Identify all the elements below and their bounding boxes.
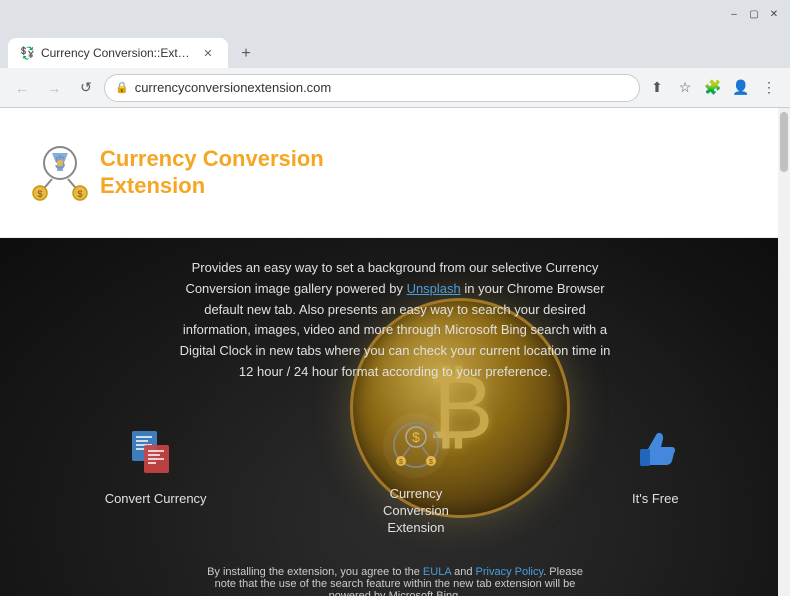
svg-text:$: $ — [77, 189, 82, 199]
feature-free-label: It's Free — [632, 491, 679, 508]
privacy-link[interactable]: Privacy Policy — [476, 566, 544, 578]
address-bar[interactable]: 🔒 currencyconversionextension.com — [104, 74, 640, 102]
feature-convert-label: Convert Currency — [105, 491, 207, 508]
close-button[interactable]: ✕ — [766, 6, 782, 22]
address-text: currencyconversionextension.com — [135, 80, 629, 95]
scrollbar-thumb[interactable] — [780, 112, 788, 172]
feature-free: It's Free — [625, 423, 685, 508]
free-icon — [625, 423, 685, 483]
refresh-button[interactable]: ↺ — [72, 74, 100, 102]
logo-line2: Extension — [100, 173, 324, 199]
nav-bar: ← → ↺ 🔒 currencyconversionextension.com … — [0, 68, 790, 108]
convert-currency-icon — [126, 423, 186, 483]
forward-button[interactable]: → — [40, 74, 68, 102]
logo-text: Currency Conversion Extension — [100, 146, 324, 199]
eula-link[interactable]: EULA — [423, 566, 451, 578]
scrollbar[interactable] — [778, 108, 790, 596]
feature-convert: Convert Currency — [105, 423, 207, 508]
page-content: $ $ $ Currency Conversion Extension — [0, 108, 790, 596]
lock-icon: 🔒 — [115, 81, 129, 94]
logo-icon: $ $ $ — [30, 143, 90, 203]
menu-button[interactable]: ⋮ — [756, 75, 782, 101]
bookmark-button[interactable]: ☆ — [672, 75, 698, 101]
tab-title: Currency Conversion::Extension — [41, 46, 194, 60]
tab-close-icon[interactable]: ✕ — [200, 45, 216, 61]
feature-extension-label: Currency Conversion Extension — [356, 486, 476, 537]
main-content: ₿ Provides an easy way to set a backgrou… — [0, 238, 790, 596]
svg-text:$: $ — [399, 459, 403, 466]
logo-line1: Currency Conversion — [100, 146, 324, 172]
tab-bar: 💱 Currency Conversion::Extension ✕ + — [0, 32, 790, 68]
extension-center-icon: $ $ $ — [383, 413, 448, 478]
tab-favicon: 💱 — [20, 46, 35, 60]
svg-text:$: $ — [37, 189, 42, 199]
unsplash-link[interactable]: Unsplash — [407, 281, 461, 296]
minimize-button[interactable]: – — [726, 6, 742, 22]
features-row: Convert Currency $ $ — [30, 403, 760, 557]
share-button[interactable]: ⬆ — [644, 75, 670, 101]
logo-area: $ $ $ Currency Conversion Extension — [30, 143, 324, 203]
title-bar-controls: – ▢ ✕ — [726, 6, 782, 22]
site-header: $ $ $ Currency Conversion Extension — [0, 108, 790, 238]
browser-frame: – ▢ ✕ 💱 Currency Conversion::Extension ✕… — [0, 0, 790, 596]
nav-actions: ⬆ ☆ 🧩 👤 ⋮ — [644, 75, 782, 101]
legal-text: By installing the extension, you agree t… — [205, 566, 585, 596]
active-tab[interactable]: 💱 Currency Conversion::Extension ✕ — [8, 38, 228, 68]
restore-button[interactable]: ▢ — [746, 6, 762, 22]
feature-extension: $ $ $ Currency Conversion Extension — [356, 413, 476, 537]
back-button[interactable]: ← — [8, 74, 36, 102]
svg-text:$: $ — [429, 459, 433, 466]
description-text: Provides an easy way to set a background… — [155, 258, 635, 383]
title-bar: – ▢ ✕ — [0, 0, 790, 32]
svg-text:$: $ — [412, 429, 420, 445]
extensions-button[interactable]: 🧩 — [700, 75, 726, 101]
new-tab-button[interactable]: + — [232, 40, 260, 68]
profile-button[interactable]: 👤 — [728, 75, 754, 101]
